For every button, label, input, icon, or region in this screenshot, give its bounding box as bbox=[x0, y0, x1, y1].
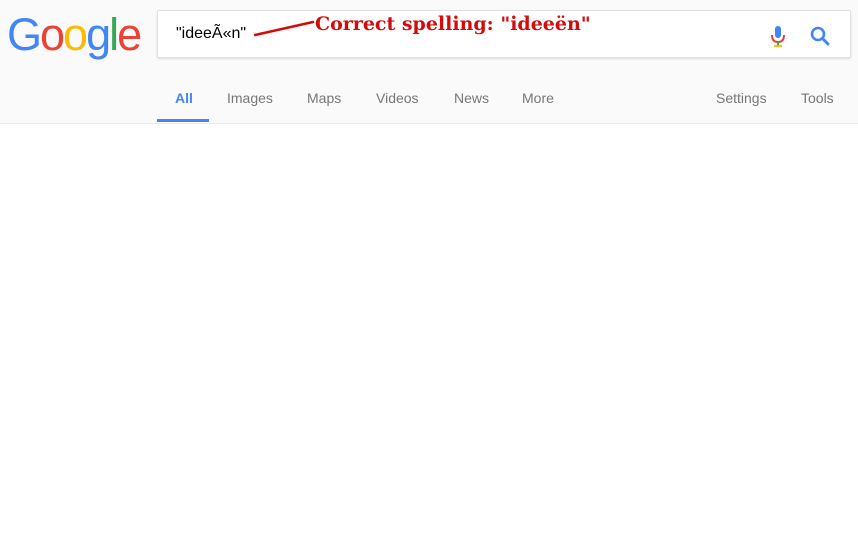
tab-all[interactable]: All bbox=[175, 90, 193, 106]
logo-letter-l: l bbox=[109, 9, 119, 60]
tab-more[interactable]: More bbox=[522, 90, 554, 106]
microphone-icon[interactable] bbox=[764, 22, 792, 50]
search-input[interactable]: "ideeÃ«n" bbox=[176, 25, 246, 43]
logo-letter-o2: o bbox=[63, 9, 88, 60]
top-header: Google "ideeÃ«n" Correct spelling: "idee… bbox=[0, 0, 858, 124]
logo-letter-g: G bbox=[7, 9, 42, 60]
annotation-pointer-line bbox=[253, 20, 315, 37]
logo-letter-o1: o bbox=[40, 9, 65, 60]
annotation-text: Correct spelling: "ideeën" bbox=[315, 13, 591, 35]
logo-letter-g2: g bbox=[86, 9, 111, 60]
tab-tools[interactable]: Tools bbox=[801, 90, 834, 106]
results-area bbox=[0, 124, 858, 552]
logo-letter-e: e bbox=[117, 9, 142, 60]
tab-maps[interactable]: Maps bbox=[307, 90, 341, 106]
google-logo[interactable]: Google bbox=[7, 9, 142, 61]
active-tab-indicator bbox=[157, 119, 209, 122]
tab-news[interactable]: News bbox=[454, 90, 489, 106]
tab-images[interactable]: Images bbox=[227, 90, 273, 106]
search-icon[interactable] bbox=[806, 22, 834, 50]
tab-videos[interactable]: Videos bbox=[376, 90, 419, 106]
tab-settings[interactable]: Settings bbox=[716, 90, 767, 106]
